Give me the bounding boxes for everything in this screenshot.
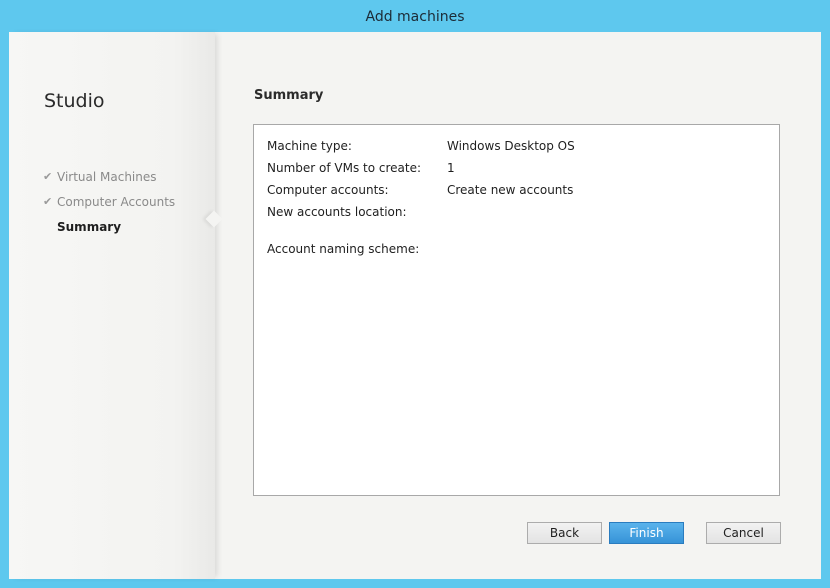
back-button[interactable]: Back — [527, 522, 602, 544]
summary-value: Windows Desktop OS — [447, 139, 575, 153]
summary-label: Number of VMs to create: — [267, 161, 422, 175]
summary-panel[interactable]: Machine type: Windows Desktop OS Number … — [253, 124, 780, 496]
title-bar[interactable]: Add machines — [0, 0, 830, 32]
summary-label: Computer accounts: — [267, 183, 389, 197]
summary-row-naming-scheme: Account naming scheme: — [267, 242, 447, 256]
step-label: Virtual Machines — [57, 169, 157, 184]
studio-brand: Studio — [44, 90, 105, 112]
summary-row-computer-accounts: Computer accounts: Create new accounts — [267, 183, 573, 197]
checkmark-icon: ✔ — [43, 170, 53, 183]
checkmark-icon: ✔ — [43, 195, 53, 208]
summary-row-machine-type: Machine type: Windows Desktop OS — [267, 139, 575, 153]
summary-row-vm-count: Number of VMs to create: 1 — [267, 161, 455, 175]
step-summary: ✔ Summary — [43, 214, 175, 239]
wizard-sidebar: Studio ✔ Virtual Machines ✔ Computer Acc… — [9, 32, 215, 579]
wizard-body: Studio ✔ Virtual Machines ✔ Computer Acc… — [9, 32, 821, 579]
page-heading: Summary — [254, 88, 324, 103]
window-title: Add machines — [365, 8, 465, 25]
step-label: Computer Accounts — [57, 194, 176, 209]
summary-label: Machine type: — [267, 139, 352, 153]
summary-row-accounts-location: New accounts location: — [267, 205, 447, 219]
summary-label: New accounts location: — [267, 205, 407, 219]
cancel-button[interactable]: Cancel — [706, 522, 781, 544]
step-virtual-machines[interactable]: ✔ Virtual Machines — [43, 164, 175, 189]
wizard-steps: ✔ Virtual Machines ✔ Computer Accounts ✔… — [43, 164, 175, 239]
summary-value: Create new accounts — [447, 183, 574, 197]
step-label: Summary — [57, 219, 122, 234]
finish-button[interactable]: Finish — [609, 522, 684, 544]
step-computer-accounts[interactable]: ✔ Computer Accounts — [43, 189, 175, 214]
summary-label: Account naming scheme: — [267, 242, 420, 256]
summary-value: 1 — [447, 161, 455, 175]
